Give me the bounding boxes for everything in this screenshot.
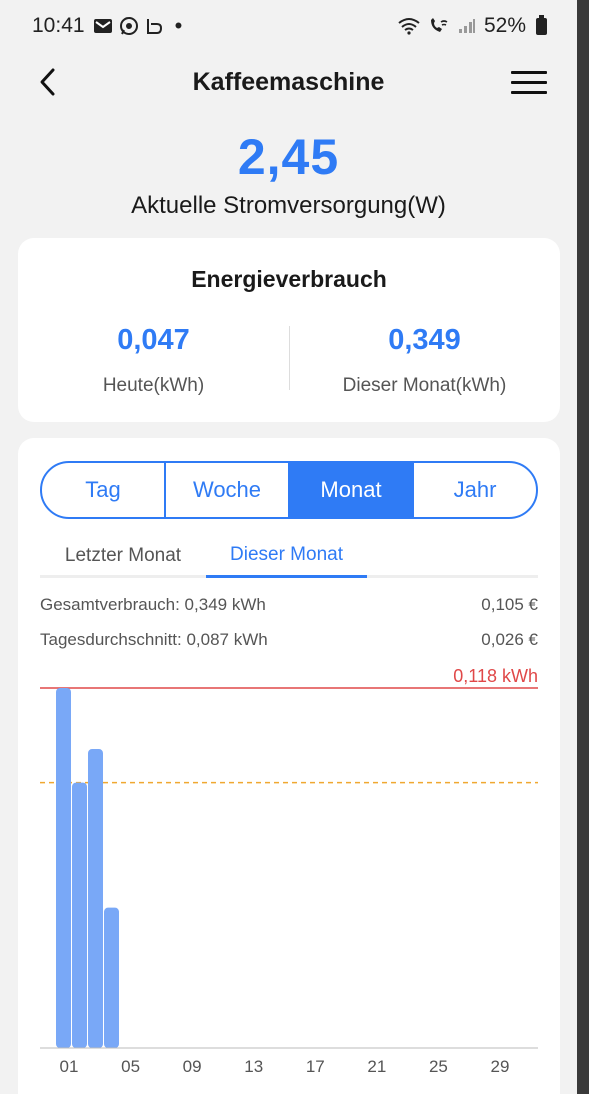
energy-month-label: Dieser Monat(kWh) — [342, 375, 507, 396]
status-bar: 10:41 • 52% — [0, 0, 577, 52]
screen-edge — [577, 0, 589, 1094]
chevron-left-icon — [40, 68, 55, 96]
daily-average-cost: 0,026 € — [481, 630, 538, 649]
signal-icon — [458, 19, 475, 33]
energy-card: Energieverbrauch 0,047 Heute(kWh) 0,349 … — [18, 238, 560, 422]
x-tick-label: 01 — [60, 1057, 79, 1076]
chart-bar — [104, 907, 119, 1048]
x-tick-label: 09 — [183, 1057, 202, 1076]
consumption-chart: 01 05 09 13 17 21 25 29 — [40, 687, 538, 1076]
energy-month-value: 0,349 — [388, 324, 461, 356]
current-power-label: Aktuelle Stromversorgung(W) — [131, 192, 446, 219]
app-bar: Kaffeemaschine — [0, 52, 577, 112]
notification-dot: • — [174, 13, 183, 38]
x-tick-label: 13 — [244, 1057, 263, 1076]
month-subtabs: Letzter Monat Dieser Monat — [40, 534, 538, 578]
energy-card-title: Energieverbrauch — [191, 266, 387, 292]
page-title: Kaffeemaschine — [192, 67, 385, 96]
x-tick-label: 21 — [367, 1057, 386, 1076]
wifi-call-icon — [430, 18, 448, 32]
tab-monat[interactable]: Monat — [290, 463, 414, 517]
total-consumption-row: Gesamtverbrauch: 0,349 kWh 0,105 € — [40, 595, 538, 615]
subtab-last-month[interactable]: Letzter Monat — [40, 534, 206, 578]
total-consumption-cost: 0,105 € — [481, 595, 538, 614]
mail-icon — [93, 19, 112, 33]
chart-bar — [88, 749, 103, 1048]
subtab-this-month[interactable]: Dieser Monat — [206, 534, 367, 578]
total-consumption-label: Gesamtverbrauch: 0,349 kWh — [40, 595, 266, 614]
wifi-icon — [398, 18, 420, 35]
daily-average-row: Tagesdurchschnitt: 0,087 kWh 0,026 € — [40, 630, 538, 650]
chart-bar — [56, 688, 71, 1048]
chart-card: Tag Woche Monat Jahr Letzter Monat Diese… — [18, 438, 560, 1094]
x-tick-label: 17 — [306, 1057, 325, 1076]
battery-icon — [536, 14, 547, 35]
period-tabs: Tag Woche Monat Jahr — [40, 461, 538, 519]
app-icon — [146, 19, 162, 34]
chart-bar — [72, 782, 87, 1048]
x-tick-label: 05 — [121, 1057, 140, 1076]
tab-woche[interactable]: Woche — [166, 463, 290, 517]
hamburger-menu-icon — [511, 70, 547, 74]
status-time: 10:41 — [32, 14, 85, 37]
whatsapp-icon — [119, 17, 138, 35]
tab-tag[interactable]: Tag — [42, 463, 166, 517]
menu-button[interactable] — [511, 64, 547, 100]
x-tick-label: 29 — [491, 1057, 510, 1076]
daily-average-label: Tagesdurchschnitt: 0,087 kWh — [40, 630, 268, 649]
current-power-value: 2,45 — [237, 129, 340, 185]
energy-today: 0,047 Heute(kWh) — [18, 324, 289, 397]
energy-month: 0,349 Dieser Monat(kWh) — [289, 324, 560, 397]
x-tick-label: 25 — [429, 1057, 448, 1076]
energy-today-label: Heute(kWh) — [102, 375, 205, 396]
battery-percent: 52% — [483, 14, 526, 37]
back-button[interactable] — [28, 62, 68, 102]
tab-jahr[interactable]: Jahr — [414, 463, 536, 517]
energy-today-value: 0,047 — [117, 324, 190, 356]
